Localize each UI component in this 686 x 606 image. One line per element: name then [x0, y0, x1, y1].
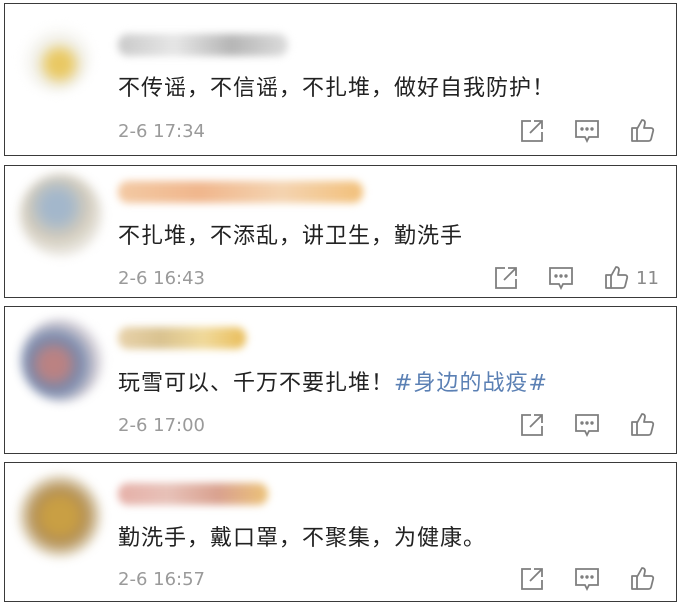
share-icon[interactable]: [493, 265, 519, 291]
comment-text: 玩雪可以、千万不要扎堆！#身边的战疫#: [118, 365, 548, 397]
comment-text-body: 勤洗手，戴口罩，不聚集，为健康。: [118, 526, 487, 551]
username[interactable]: [118, 34, 288, 56]
comment-card: 不扎堆，不添乱，讲卫生，勤洗手 2-6 16:43 11: [4, 165, 677, 298]
avatar[interactable]: [21, 319, 103, 401]
comment-text-body: 不传谣，不信谣，不扎堆，做好自我防护！: [118, 76, 556, 101]
comment-card: 勤洗手，戴口罩，不聚集，为健康。 2-6 16:57: [4, 462, 677, 602]
avatar[interactable]: [20, 174, 102, 256]
username[interactable]: [118, 181, 363, 203]
comment-card: 玩雪可以、千万不要扎堆！#身边的战疫# 2-6 17:00: [4, 306, 677, 454]
username[interactable]: [118, 483, 268, 505]
comment-text: 勤洗手，戴口罩，不聚集，为健康。: [118, 520, 486, 552]
comment-text: 不传谣，不信谣，不扎堆，做好自我防护！: [118, 70, 555, 102]
username[interactable]: [118, 327, 246, 349]
topic-hashtag-link[interactable]: #身边的战疫#: [394, 371, 548, 396]
like-icon[interactable]: [629, 565, 655, 591]
comment-time: 2-6 16:57: [118, 569, 205, 590]
comment-icon[interactable]: [548, 265, 574, 291]
comment-time: 2-6 17:00: [118, 415, 205, 436]
comment-time: 2-6 17:34: [118, 121, 205, 142]
share-icon[interactable]: [519, 118, 545, 144]
share-icon[interactable]: [519, 566, 545, 592]
comment-text-body: 不扎堆，不添乱，讲卫生，勤洗手: [118, 224, 464, 249]
like-icon[interactable]: [603, 264, 629, 290]
avatar[interactable]: [21, 22, 91, 92]
like-icon[interactable]: [629, 411, 655, 437]
comment-icon[interactable]: [574, 118, 600, 144]
comment-text: 不扎堆，不添乱，讲卫生，勤洗手: [118, 218, 463, 250]
comment-icon[interactable]: [574, 412, 600, 438]
comment-text-body: 玩雪可以、千万不要扎堆！: [118, 371, 395, 396]
comment-icon[interactable]: [574, 566, 600, 592]
like-count: 11: [636, 268, 659, 289]
comment-time: 2-6 16:43: [118, 268, 205, 289]
like-icon[interactable]: [629, 117, 655, 143]
avatar[interactable]: [19, 475, 101, 557]
share-icon[interactable]: [519, 412, 545, 438]
comment-card: 不传谣，不信谣，不扎堆，做好自我防护！ 2-6 17:34: [4, 3, 677, 156]
